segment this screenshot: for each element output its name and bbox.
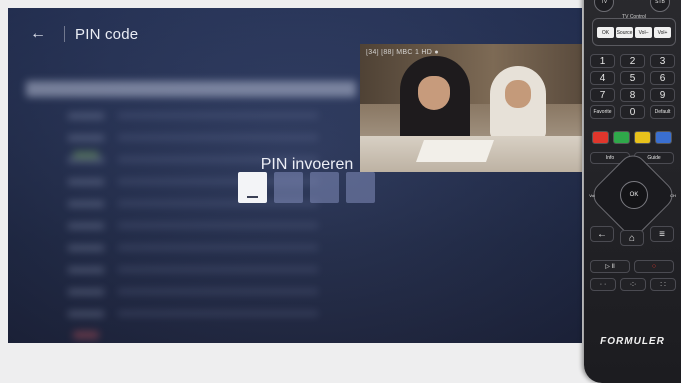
red-key[interactable] <box>592 131 609 144</box>
key-4[interactable]: 4 <box>590 71 615 85</box>
page-header: ← PIN code <box>30 23 138 45</box>
play-pause-button[interactable]: ▷ II <box>590 260 630 273</box>
dots-button-3[interactable]: : : <box>650 278 676 291</box>
pin-digit-4[interactable] <box>346 172 375 203</box>
page-title: PIN code <box>75 25 139 43</box>
key-5[interactable]: 5 <box>620 71 645 85</box>
yellow-key[interactable] <box>634 131 651 144</box>
record-button[interactable]: ○ <box>634 260 674 273</box>
back-arrow-icon[interactable]: ← <box>30 26 46 42</box>
tv-control-group: TV Control OK Source Vol– Vol+ <box>592 14 676 46</box>
blurred-rows <box>118 113 318 333</box>
preview-paper <box>415 140 495 162</box>
tv-screen: ← PIN code [34] [88] MBC 1 HD ● PIN invo… <box>8 8 582 343</box>
pin-digit-2[interactable] <box>274 172 303 203</box>
key-2[interactable]: 2 <box>620 54 645 68</box>
green-key[interactable] <box>613 131 630 144</box>
key-0[interactable]: 0 <box>620 105 645 119</box>
preview-face-right <box>505 80 531 108</box>
blurred-red-marker <box>73 331 99 339</box>
blurred-highlight-row <box>26 81 356 97</box>
blurred-number-column <box>68 113 104 333</box>
key-3[interactable]: 3 <box>650 54 675 68</box>
header-divider <box>64 26 65 42</box>
remote-control: TV STB TV Control OK Source Vol– Vol+ 1 … <box>584 0 681 383</box>
home-button[interactable]: ⌂ <box>620 230 644 246</box>
tv-ok-button[interactable]: OK <box>597 27 614 38</box>
favorite-button[interactable]: Favorite <box>590 105 615 119</box>
key-9[interactable]: 9 <box>650 88 675 102</box>
key-1[interactable]: 1 <box>590 54 615 68</box>
channel-preview: [34] [88] MBC 1 HD ● <box>360 44 582 172</box>
tv-button[interactable]: TV <box>594 0 614 12</box>
tv-vol-up-button[interactable]: Vol+ <box>654 27 671 38</box>
vol-label: Vol <box>589 192 595 198</box>
preview-channel-info: [34] [88] MBC 1 HD ● <box>366 49 439 56</box>
ch-label: CH <box>670 192 676 198</box>
key-6[interactable]: 6 <box>650 71 675 85</box>
preview-face-left <box>418 76 450 110</box>
key-7[interactable]: 7 <box>590 88 615 102</box>
blue-key[interactable] <box>655 131 672 144</box>
key-8[interactable]: 8 <box>620 88 645 102</box>
tv-vol-down-button[interactable]: Vol– <box>635 27 652 38</box>
dots-button-2[interactable]: ·:· <box>620 278 646 291</box>
dots-button-1[interactable]: · · <box>590 278 616 291</box>
back-button[interactable]: ← <box>590 226 614 242</box>
default-button[interactable]: Default <box>650 105 675 119</box>
brand-logo: FORMULER <box>600 336 665 347</box>
tv-source-button[interactable]: Source <box>616 27 633 38</box>
blurred-green-marker <box>73 151 99 159</box>
pin-digit-3[interactable] <box>310 172 339 203</box>
ok-button[interactable]: OK <box>620 181 648 209</box>
stb-button[interactable]: STB <box>650 0 670 12</box>
pin-input-group[interactable] <box>238 172 375 203</box>
tv-control-label: TV Control <box>622 14 646 20</box>
pin-digit-1[interactable] <box>238 172 267 203</box>
menu-button[interactable]: ≡ <box>650 226 674 242</box>
